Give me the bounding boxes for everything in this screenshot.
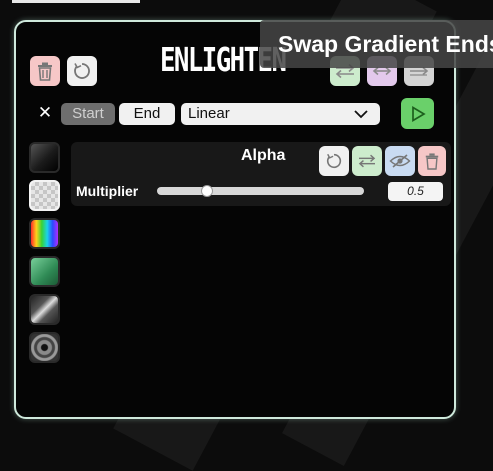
play-icon <box>411 105 426 122</box>
delete-property-button[interactable] <box>418 146 446 176</box>
end-stop-button[interactable]: End <box>119 103 175 125</box>
reset-gradient-button[interactable] <box>67 56 97 86</box>
interpolation-select[interactable]: Linear <box>181 103 380 125</box>
swap-property-button[interactable] <box>352 146 382 176</box>
start-stop-button[interactable]: Start <box>61 103 115 125</box>
interpolation-value: Linear <box>188 105 230 122</box>
play-button[interactable] <box>401 98 434 129</box>
preset-diagonal-stripe[interactable] <box>29 294 60 325</box>
multiplier-slider-thumb[interactable] <box>200 185 213 197</box>
preset-black-fade[interactable] <box>29 142 60 173</box>
multiplier-slider[interactable] <box>157 187 364 195</box>
section-title: Alpha <box>241 147 286 164</box>
toggle-visibility-button[interactable] <box>385 146 415 176</box>
trash-icon <box>38 62 52 81</box>
reset-property-button[interactable] <box>319 146 349 176</box>
preset-checker-transparent[interactable] <box>29 180 60 211</box>
eye-hidden-icon <box>389 154 411 168</box>
tooltip: Swap Gradient Ends <box>260 20 493 68</box>
preset-radial[interactable] <box>29 332 60 363</box>
preset-rainbow[interactable] <box>29 218 60 249</box>
refresh-icon <box>326 153 342 169</box>
multiplier-value-field[interactable]: 0.5 <box>388 182 443 201</box>
preset-green-fade[interactable] <box>29 256 60 287</box>
delete-gradient-button[interactable] <box>30 56 60 86</box>
multiplier-label: Multiplier <box>76 183 139 199</box>
refresh-icon <box>74 63 90 79</box>
chevron-down-icon <box>354 110 368 119</box>
top-underline <box>12 0 140 3</box>
close-icon[interactable]: ✕ <box>36 104 54 122</box>
trash-icon <box>425 153 439 170</box>
swap-arrows-icon <box>358 154 376 168</box>
